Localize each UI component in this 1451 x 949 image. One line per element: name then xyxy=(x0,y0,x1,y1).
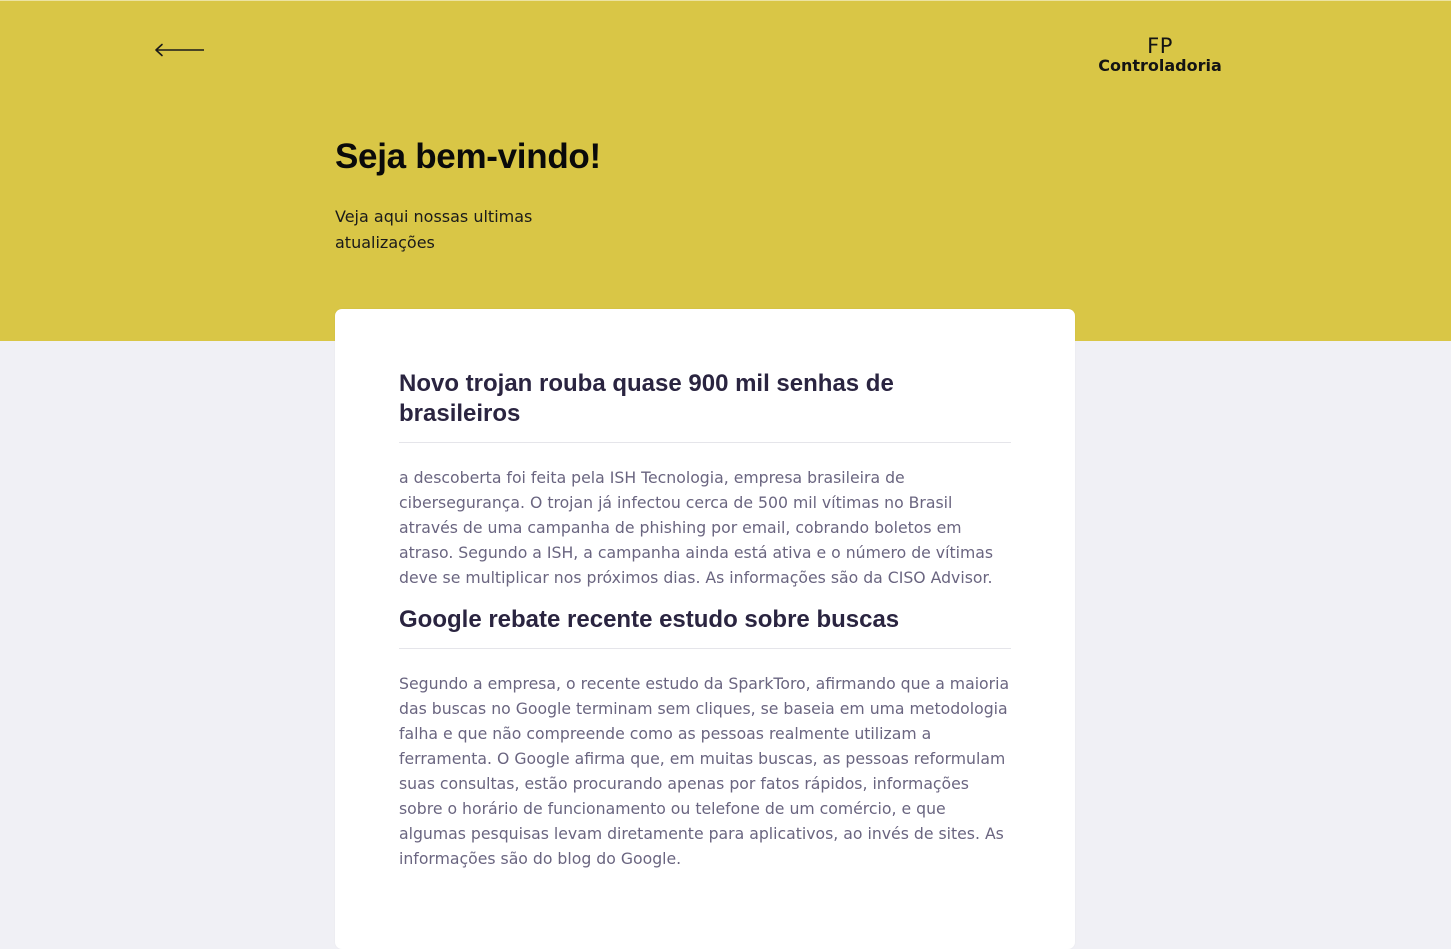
header-banner: FP Controladoria Seja bem-vindo! Veja aq… xyxy=(0,0,1451,341)
news-card: Novo trojan rouba quase 900 mil senhas d… xyxy=(335,309,1075,949)
news-item-trojan: Novo trojan rouba quase 900 mil senhas d… xyxy=(399,369,1011,590)
news-title: Novo trojan rouba quase 900 mil senhas d… xyxy=(399,369,1011,443)
news-item-google: Google rebate recente estudo sobre busca… xyxy=(399,605,1011,871)
logo[interactable]: FP Controladoria xyxy=(1094,36,1226,74)
page-subtitle: Veja aqui nossas ultimas atualizações xyxy=(335,207,533,252)
news-body: a descoberta foi feita pela ISH Tecnolog… xyxy=(399,468,994,587)
arrow-left-icon xyxy=(154,42,206,61)
logo-name: Controladoria xyxy=(1098,56,1222,75)
logo-initials: FP xyxy=(1147,34,1173,58)
page-title: Seja bem-vindo! xyxy=(335,137,601,176)
back-button[interactable] xyxy=(150,37,210,65)
news-body: Segundo a empresa, o recente estudo da S… xyxy=(399,674,1010,868)
news-title: Google rebate recente estudo sobre busca… xyxy=(399,605,1011,649)
